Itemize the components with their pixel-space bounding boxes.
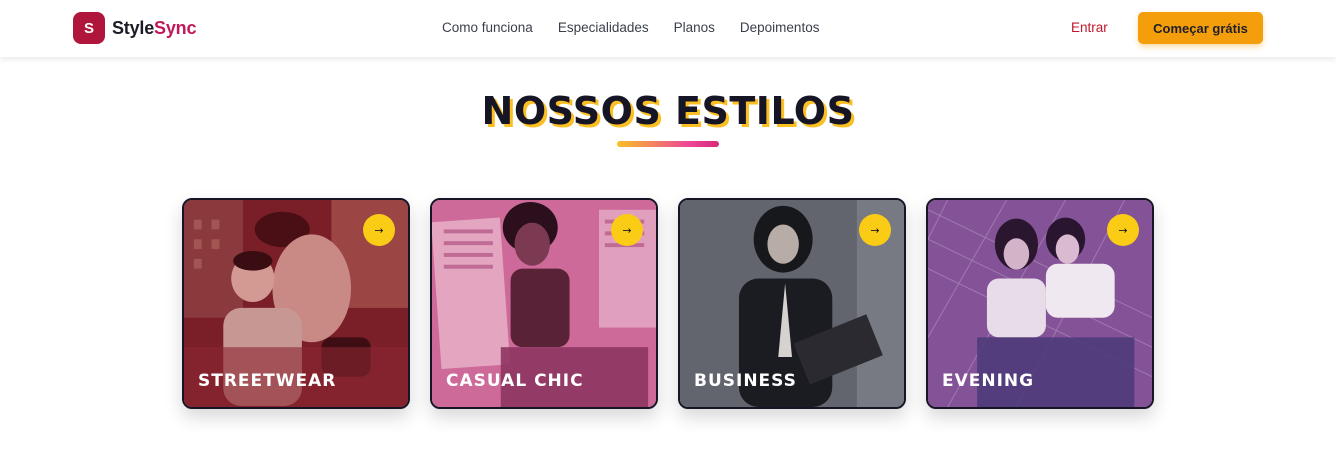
card-label: BUSINESS xyxy=(694,371,797,391)
card-label: CASUAL CHIC xyxy=(446,371,584,391)
nav-link-como-funciona[interactable]: Como funciona xyxy=(442,20,533,35)
start-free-button[interactable]: Começar grátis xyxy=(1138,12,1263,44)
arrow-right-icon[interactable]: → xyxy=(363,214,395,246)
nav-link-depoimentos[interactable]: Depoimentos xyxy=(740,20,820,35)
title-underline xyxy=(617,141,719,147)
brand-name: StyleSync xyxy=(112,18,196,39)
main-nav: Como funciona Especialidades Planos Depo… xyxy=(442,20,819,35)
brand-name-part1: Style xyxy=(112,17,155,38)
arrow-right-icon[interactable]: → xyxy=(1107,214,1139,246)
nav-link-especialidades[interactable]: Especialidades xyxy=(558,20,649,35)
arrow-right-icon[interactable]: → xyxy=(859,214,891,246)
top-navbar: S StyleSync Como funciona Especialidades… xyxy=(0,0,1336,57)
logo-badge-icon: S xyxy=(73,12,105,44)
style-card-streetwear[interactable]: → STREETWEAR xyxy=(182,198,410,409)
style-card-evening[interactable]: → EVENING xyxy=(926,198,1154,409)
style-card-business[interactable]: → BUSINESS xyxy=(678,198,906,409)
nav-link-planos[interactable]: Planos xyxy=(674,20,715,35)
brand-logo[interactable]: S StyleSync xyxy=(73,12,196,44)
style-card-casual-chic[interactable]: → CASUAL CHIC xyxy=(430,198,658,409)
card-label: EVENING xyxy=(942,371,1035,391)
brand-name-part2: Sync xyxy=(154,17,197,38)
card-label: STREETWEAR xyxy=(198,371,337,391)
section-title: NOSSOS ESTILOS xyxy=(481,89,855,133)
arrow-right-icon[interactable]: → xyxy=(611,214,643,246)
login-link[interactable]: Entrar xyxy=(1071,20,1108,35)
